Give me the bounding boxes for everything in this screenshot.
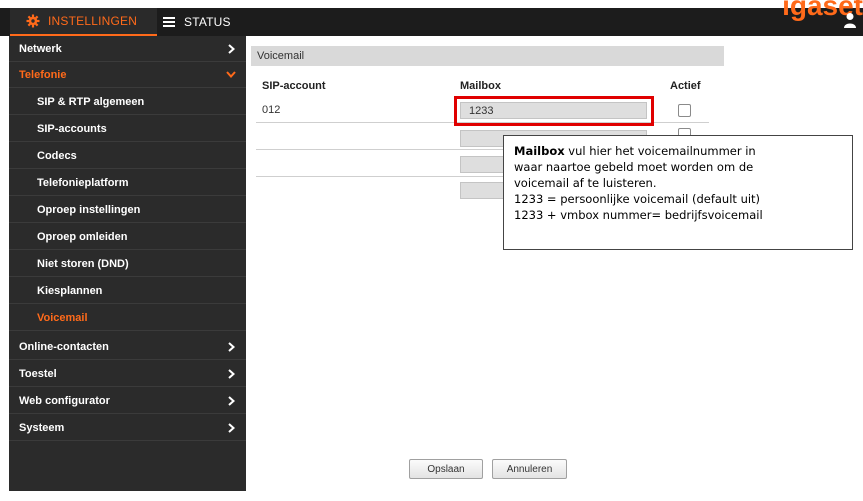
user-icon[interactable] bbox=[843, 12, 857, 28]
column-header-sip-account: SIP-account bbox=[262, 80, 326, 92]
menu-icon bbox=[160, 13, 178, 31]
sidebar-item-toestel[interactable]: Toestel bbox=[9, 361, 246, 387]
sidebar-item-label: Telefonieplatform bbox=[37, 176, 129, 189]
sidebar-item-netwerk[interactable]: Netwerk bbox=[9, 36, 246, 62]
callout-line-1: Mailbox vul hier het voicemailnummer in bbox=[514, 143, 842, 159]
chevron-right-icon bbox=[224, 421, 238, 435]
sidebar-item-oproep-instellingen[interactable]: Oproep instellingen bbox=[9, 197, 246, 223]
callout-line-4: 1233 = persoonlijke voicemail (default u… bbox=[514, 192, 761, 206]
column-header-mailbox: Mailbox bbox=[460, 80, 501, 92]
callout-title: Mailbox bbox=[514, 144, 565, 158]
sidebar-item-codecs[interactable]: Codecs bbox=[9, 143, 246, 169]
sidebar-item-label: Systeem bbox=[19, 421, 65, 434]
chevron-right-icon bbox=[224, 340, 238, 354]
actief-checkbox[interactable] bbox=[678, 104, 691, 117]
sidebar-item-label: Online-contacten bbox=[19, 340, 109, 353]
tab-label: INSTELLINGEN bbox=[48, 14, 138, 28]
tab-label: STATUS bbox=[184, 15, 231, 29]
sidebar-item-label: Kiesplannen bbox=[37, 284, 103, 297]
section-title: Voicemail bbox=[251, 46, 724, 66]
sidebar-item-web-configurator[interactable]: Web configurator bbox=[9, 388, 246, 414]
callout-line-2: waar naartoe gebeld moet worden om de bbox=[514, 160, 754, 174]
sidebar-item-telefonieplatform[interactable]: Telefonieplatform bbox=[9, 170, 246, 196]
main-content: Voicemail SIP-account Mailbox Actief 012… bbox=[246, 36, 863, 491]
sidebar-item-oproep-omleiden[interactable]: Oproep omleiden bbox=[9, 224, 246, 250]
chevron-right-icon bbox=[224, 367, 238, 381]
sidebar-item-sip-rtp[interactable]: SIP & RTP algemeen bbox=[9, 89, 246, 115]
sidebar-item-telefonie[interactable]: Telefonie bbox=[9, 62, 246, 88]
sip-account-cell: 012 bbox=[262, 104, 281, 116]
tab-instellingen[interactable]: INSTELLINGEN bbox=[10, 8, 157, 36]
callout-line-5: 1233 + vmbox nummer= bedrijfsvoicemail bbox=[514, 208, 763, 222]
sidebar-item-label: Web configurator bbox=[19, 394, 110, 407]
sidebar-item-online-contacten[interactable]: Online-contacten bbox=[9, 334, 246, 360]
sidebar: Netwerk Telefonie SIP & RTP algemeen SIP… bbox=[9, 36, 246, 491]
gear-icon bbox=[24, 12, 42, 30]
sidebar-item-label: Codecs bbox=[37, 149, 77, 162]
sidebar-item-sip-accounts[interactable]: SIP-accounts bbox=[9, 116, 246, 142]
sidebar-item-kiesplannen[interactable]: Kiesplannen bbox=[9, 278, 246, 304]
top-bar: igaset INSTELLINGEN STATUS bbox=[0, 0, 863, 36]
callout-text: vul hier het voicemailnummer in bbox=[564, 144, 756, 158]
callout-line-3: voicemail af te luisteren. bbox=[514, 176, 657, 190]
chevron-down-icon bbox=[224, 68, 238, 82]
sidebar-item-label: SIP & RTP algemeen bbox=[37, 95, 145, 108]
chevron-right-icon bbox=[224, 394, 238, 408]
sidebar-item-label: Niet storen (DND) bbox=[37, 257, 129, 270]
column-header-actief: Actief bbox=[670, 80, 701, 92]
sidebar-item-label: Oproep omleiden bbox=[37, 230, 128, 243]
sidebar-item-voicemail[interactable]: Voicemail bbox=[9, 305, 246, 331]
chevron-right-icon bbox=[224, 42, 238, 56]
sidebar-item-label: SIP-accounts bbox=[37, 122, 107, 135]
sidebar-item-label: Oproep instellingen bbox=[37, 203, 141, 216]
tab-status[interactable]: STATUS bbox=[160, 8, 235, 36]
sidebar-item-label: Netwerk bbox=[19, 42, 62, 55]
sidebar-item-label: Voicemail bbox=[37, 311, 88, 324]
sidebar-item-label: Telefonie bbox=[19, 68, 67, 81]
sidebar-item-niet-storen[interactable]: Niet storen (DND) bbox=[9, 251, 246, 277]
mailbox-highlight bbox=[454, 96, 654, 126]
sidebar-item-label: Toestel bbox=[19, 367, 57, 380]
annotation-callout: Mailbox vul hier het voicemailnummer in … bbox=[503, 135, 853, 250]
cancel-button[interactable]: Annuleren bbox=[492, 459, 567, 479]
sidebar-item-systeem[interactable]: Systeem bbox=[9, 415, 246, 441]
save-button[interactable]: Opslaan bbox=[409, 459, 483, 479]
